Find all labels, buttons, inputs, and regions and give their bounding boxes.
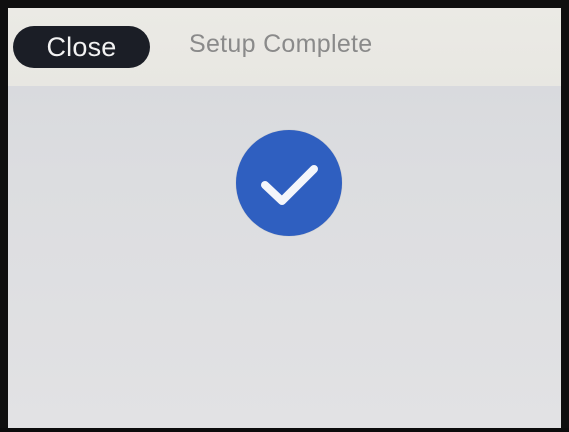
close-button[interactable]: Close — [13, 26, 150, 68]
lcd-screen: Close Setup Complete — [8, 8, 561, 432]
header-bar: Close Setup Complete — [8, 8, 561, 86]
close-button-label: Close — [46, 31, 117, 62]
bezel-bottom — [0, 428, 569, 432]
checkmark-icon — [261, 165, 318, 205]
device-display-frame: Close Setup Complete — [0, 0, 569, 432]
success-badge — [236, 130, 342, 236]
page-title: Setup Complete — [189, 30, 373, 58]
